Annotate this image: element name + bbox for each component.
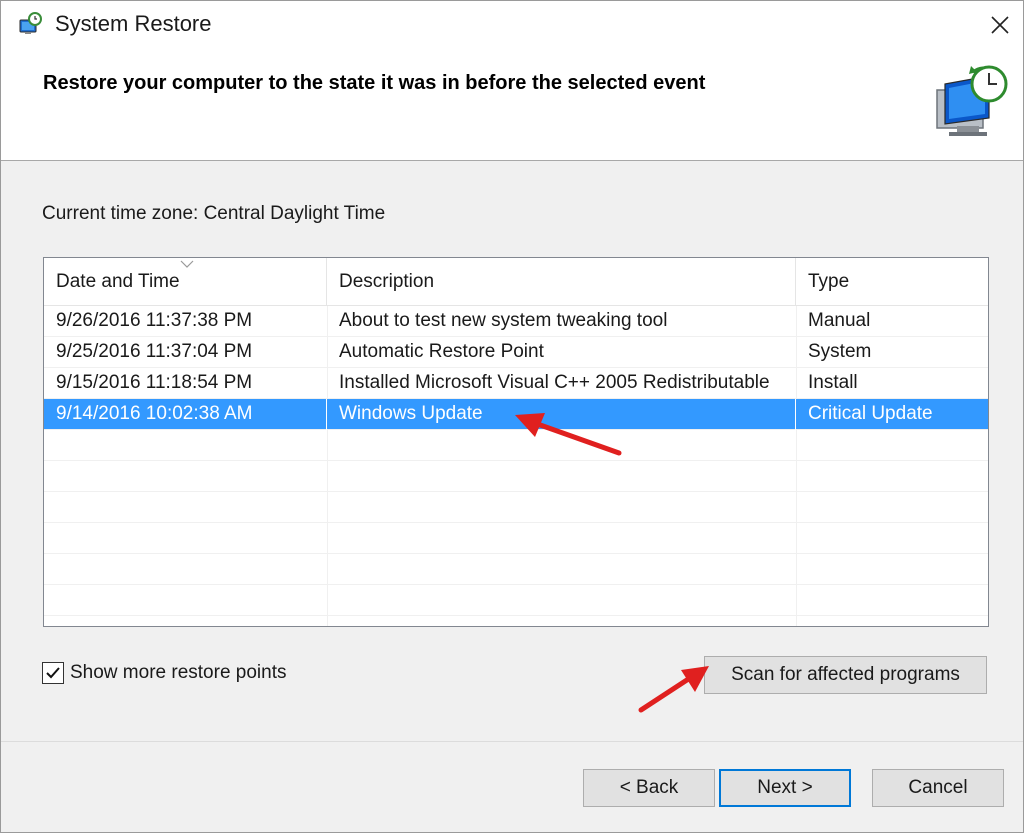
cancel-button[interactable]: Cancel [872, 769, 1004, 807]
list-rows: 9/26/2016 11:37:38 PM About to test new … [44, 306, 988, 616]
system-restore-window: System Restore Restore your computer to … [0, 0, 1024, 833]
empty-row [44, 585, 988, 616]
empty-row [44, 554, 988, 585]
table-row-selected[interactable]: 9/14/2016 10:02:38 AM Windows Update Cri… [44, 399, 988, 430]
column-header-description[interactable]: Description [327, 258, 796, 306]
checkmark-icon [46, 667, 60, 679]
table-row[interactable]: 9/15/2016 11:18:54 PM Installed Microsof… [44, 368, 988, 399]
row-date: 9/26/2016 11:37:38 PM [56, 310, 253, 331]
empty-row [44, 492, 988, 523]
back-button[interactable]: < Back [583, 769, 715, 807]
restore-points-list[interactable]: Date and Time Description Type 9/26/2016… [43, 257, 989, 627]
table-row[interactable]: 9/25/2016 11:37:04 PM Automatic Restore … [44, 337, 988, 368]
show-more-checkbox[interactable] [42, 662, 64, 684]
row-date: 9/25/2016 11:37:04 PM [56, 341, 253, 362]
table-row[interactable]: 9/26/2016 11:37:38 PM About to test new … [44, 306, 988, 337]
window-title: System Restore [55, 11, 212, 36]
footer-divider [1, 741, 1023, 742]
empty-row [44, 461, 988, 492]
show-more-restore-points[interactable]: Show more restore points [42, 662, 287, 684]
column-header-type[interactable]: Type [796, 258, 988, 306]
title-bar[interactable]: System Restore [1, 1, 1023, 48]
row-type: System [808, 341, 872, 362]
list-header: Date and Time Description Type [44, 258, 988, 306]
empty-row [44, 430, 988, 461]
empty-row [44, 523, 988, 554]
row-description: About to test new system tweaking tool [339, 310, 668, 331]
system-restore-icon [19, 12, 42, 34]
show-more-label: Show more restore points [70, 662, 287, 683]
next-button[interactable]: Next > [719, 769, 851, 807]
dialog-header: Restore your computer to the state it wa… [1, 48, 1023, 161]
row-description: Windows Update [327, 399, 796, 430]
sort-descending-icon [180, 260, 194, 268]
row-description: Automatic Restore Point [339, 341, 544, 362]
row-type: Install [808, 372, 858, 393]
row-type: Critical Update [808, 403, 933, 424]
scan-affected-programs-button[interactable]: Scan for affected programs [704, 656, 987, 694]
row-description: Installed Microsoft Visual C++ 2005 Redi… [339, 372, 770, 393]
row-date: 9/15/2016 11:18:54 PM [56, 372, 253, 393]
row-date: 9/14/2016 10:02:38 AM [44, 399, 327, 430]
restore-computer-clock-icon [936, 65, 1008, 136]
page-title: Restore your computer to the state it wa… [43, 72, 706, 94]
close-icon [991, 15, 1009, 34]
row-type: Manual [808, 310, 871, 331]
close-button[interactable] [977, 1, 1023, 48]
timezone-label: Current time zone: Central Daylight Time [42, 203, 386, 224]
